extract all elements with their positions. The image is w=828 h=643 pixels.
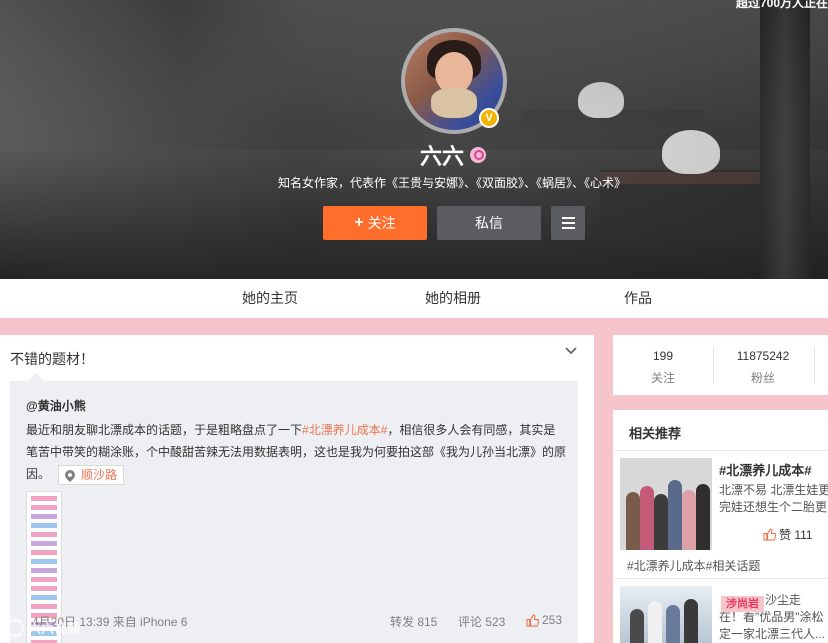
follow-button[interactable]: + 关注 (323, 206, 427, 240)
tab-album[interactable]: 她的相册 (425, 279, 481, 318)
feed-card: 不错的题材！ @黄油小熊 最近和朋友聊北漂成本的话题，于是粗略盘点了一下#北漂养… (0, 335, 594, 643)
profile-stats: 199 关注 11875242 粉丝 (613, 335, 828, 395)
post-text: 不错的题材！ (10, 351, 94, 367)
following-stat[interactable]: 199 关注 (613, 349, 713, 386)
chevron-down-icon[interactable] (563, 343, 579, 359)
menu-icon (561, 217, 575, 219)
recommend-badge: 涉尚岩 (721, 596, 764, 612)
quoted-post: @黄油小熊 最近和朋友聊北漂成本的话题，于是粗略盘点了一下#北漂养儿成本#，相信… (10, 381, 578, 643)
plus-icon: + (354, 214, 364, 231)
topic-link[interactable]: #北漂养儿成本# (302, 423, 387, 437)
profile-name: 六六 (420, 144, 465, 169)
like-button[interactable]: 253 (526, 613, 562, 627)
more-menu-button[interactable] (551, 206, 585, 240)
profile-nav: 她的主页 她的相册 作品 (0, 279, 828, 318)
recommend-image[interactable] (620, 458, 712, 550)
location-pin-icon (62, 467, 78, 482)
related-recommend-panel: 相关推荐 #北漂养儿成本# 北漂不易 北漂生娃更 完娃还想生个二胎更 赞 111… (613, 410, 828, 643)
recommend-topic[interactable]: #北漂养儿成本# (719, 460, 811, 479)
recommend-topic-footer[interactable]: #北漂养儿成本#相关话题 (627, 557, 760, 574)
fans-stat[interactable]: 11875242 粉丝 (713, 349, 813, 386)
location-tag[interactable]: 顺沙路 (58, 464, 125, 485)
post-meta: 4月20日 13:39 来自 iPhone 6 转发 815 评论 523 25… (0, 613, 594, 633)
video-watermark: 六六视频 (6, 618, 80, 637)
message-button[interactable]: 私信 (437, 206, 541, 240)
tab-works[interactable]: 作品 (624, 279, 652, 318)
recommend-desc: 北漂不易 北漂生娃更 完娃还想生个二胎更 (719, 483, 828, 514)
thumbs-up-icon (763, 528, 776, 541)
top-banner: 超过700万人正在 (735, 0, 828, 10)
tab-home[interactable]: 她的主页 (242, 279, 298, 318)
recommend-like[interactable]: 赞 111 (763, 526, 813, 543)
quoted-body: 最近和朋友聊北漂成本的话题，于是粗略盘点了一下#北漂养儿成本#，相信很多人会有同… (26, 419, 566, 485)
recommend-title: 相关推荐 (629, 426, 682, 441)
watermark-logo-icon (6, 618, 24, 637)
recommend-image-2[interactable] (620, 586, 712, 643)
profile-intro: 知名女作家，代表作《王贵与安娜》、《双面胶》、《蜗居》、《心术》 (277, 176, 626, 190)
thumbs-up-icon (526, 613, 539, 627)
female-gender-icon (470, 147, 487, 163)
verified-icon: V (479, 108, 499, 128)
quoted-username[interactable]: @黄油小熊 (26, 397, 86, 414)
repost-button[interactable]: 转发 815 (390, 613, 437, 630)
comment-button[interactable]: 评论 523 (458, 613, 505, 630)
profile-name-row: 六六 (420, 140, 487, 170)
